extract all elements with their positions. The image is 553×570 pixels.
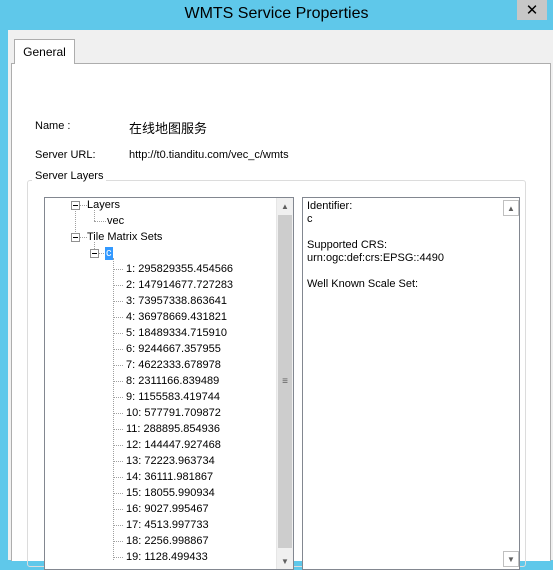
name-value: 在线地图服务 — [129, 121, 208, 136]
server-url-value: http://t0.tianditu.com/vec_c/wmts — [129, 149, 289, 161]
tree-line — [113, 525, 123, 526]
tree-node-scale[interactable]: 16: 9027.995467 — [126, 503, 209, 516]
tree-node-scale[interactable]: 18: 2256.998867 — [126, 535, 209, 548]
tree-line — [113, 397, 123, 398]
tree-line — [113, 509, 123, 510]
tree-line — [113, 461, 123, 462]
tree-line — [113, 301, 123, 302]
dialog-client: General Name : 在线地图服务 Server URL: http:/… — [8, 30, 553, 570]
tree-line — [113, 541, 123, 542]
tree-node-layers[interactable]: Layers — [87, 199, 120, 212]
tree-line — [113, 381, 123, 382]
name-label: Name : — [35, 120, 71, 132]
tree-node-scale[interactable]: 10: 577791.709872 — [126, 407, 221, 420]
crs-value: urn:ogc:def:crs:EPSG::4490 — [307, 252, 444, 264]
details-scrollbar[interactable]: ▲ ▼ — [503, 198, 519, 569]
layers-tree[interactable]: Layers vec Tile Matrix Sets c 1: 2958293… — [44, 197, 294, 570]
tree-node-scale[interactable]: 1: 295829355.454566 — [126, 263, 233, 276]
tree-line — [113, 333, 123, 334]
identifier-value: c — [307, 213, 313, 225]
tree-node-scale[interactable]: 7: 4622333.678978 — [126, 359, 221, 372]
tree-line — [113, 429, 123, 430]
scroll-up-icon[interactable]: ▲ — [277, 198, 293, 214]
tree-line — [113, 317, 123, 318]
title-bar[interactable]: WMTS Service Properties ✕ — [0, 0, 553, 30]
tree-scrollbar[interactable]: ▲ ≡ ▼ — [276, 198, 293, 569]
well-known-scale-set-label: Well Known Scale Set: — [307, 278, 419, 290]
tree-node-scale[interactable]: 15: 18055.990934 — [126, 487, 215, 500]
window-title: WMTS Service Properties — [184, 5, 369, 22]
tree-node-scale[interactable]: 19: 1128.499433 — [126, 551, 208, 564]
tree-line — [113, 285, 123, 286]
tree-node-scale[interactable]: 13: 72223.963734 — [126, 455, 215, 468]
tree-node-c-selected[interactable]: c — [105, 247, 113, 260]
close-button[interactable]: ✕ — [517, 0, 547, 20]
details-scroll-up-icon[interactable]: ▲ — [503, 200, 519, 216]
tree-node-scale[interactable]: 4: 36978669.431821 — [126, 311, 227, 324]
collapse-layers-icon[interactable] — [71, 201, 80, 210]
tree-node-scale[interactable]: 9: 1155583.419744 — [126, 391, 220, 404]
tree-node-scale[interactable]: 6: 9244667.357955 — [126, 343, 221, 356]
tree-node-scale[interactable]: 17: 4513.997733 — [126, 519, 209, 532]
tree-node-vec[interactable]: vec — [107, 215, 124, 228]
server-layers-title: Server Layers — [32, 170, 107, 182]
scroll-down-icon[interactable]: ▼ — [277, 553, 293, 569]
tree-node-scale[interactable]: 8: 2311166.839489 — [126, 375, 219, 388]
tree-line — [113, 269, 123, 270]
tree-node-scale[interactable]: 14: 36111.981867 — [126, 471, 213, 484]
tree-line — [113, 413, 123, 414]
tree-node-scale[interactable]: 12: 144447.927468 — [126, 439, 221, 452]
tree-line — [113, 493, 123, 494]
tree-line — [113, 258, 114, 560]
tree-line — [113, 445, 123, 446]
tree-line — [79, 205, 87, 206]
tree-line — [113, 557, 123, 558]
tree-line — [79, 237, 87, 238]
details-panel: Identifier: c Supported CRS: urn:ogc:def… — [302, 197, 520, 570]
identifier-label: Identifier: — [307, 200, 353, 212]
collapse-c-icon[interactable] — [90, 249, 99, 258]
general-panel: Name : 在线地图服务 Server URL: http://t0.tian… — [11, 63, 551, 570]
tree-line — [113, 477, 123, 478]
tree-node-scale[interactable]: 5: 18489334.715910 — [126, 327, 227, 340]
tree-line — [113, 349, 123, 350]
crs-label: Supported CRS: — [307, 239, 388, 251]
tree-line — [94, 221, 106, 222]
details-scroll-down-icon[interactable]: ▼ — [503, 551, 519, 567]
tab-general[interactable]: General — [14, 39, 75, 64]
server-url-label: Server URL: — [35, 149, 96, 161]
tree-node-scale[interactable]: 11: 288895.854936 — [126, 423, 220, 436]
tab-general-label: General — [23, 45, 66, 59]
collapse-tms-icon[interactable] — [71, 233, 80, 242]
tree-line — [113, 365, 123, 366]
tree-node-scale[interactable]: 2: 147914677.727283 — [126, 279, 233, 292]
close-icon: ✕ — [525, 2, 539, 19]
grip-icon: ≡ — [282, 376, 288, 387]
tree-node-scale[interactable]: 3: 73957338.863641 — [126, 295, 227, 308]
tree-node-tile-matrix-sets[interactable]: Tile Matrix Sets — [87, 231, 162, 244]
